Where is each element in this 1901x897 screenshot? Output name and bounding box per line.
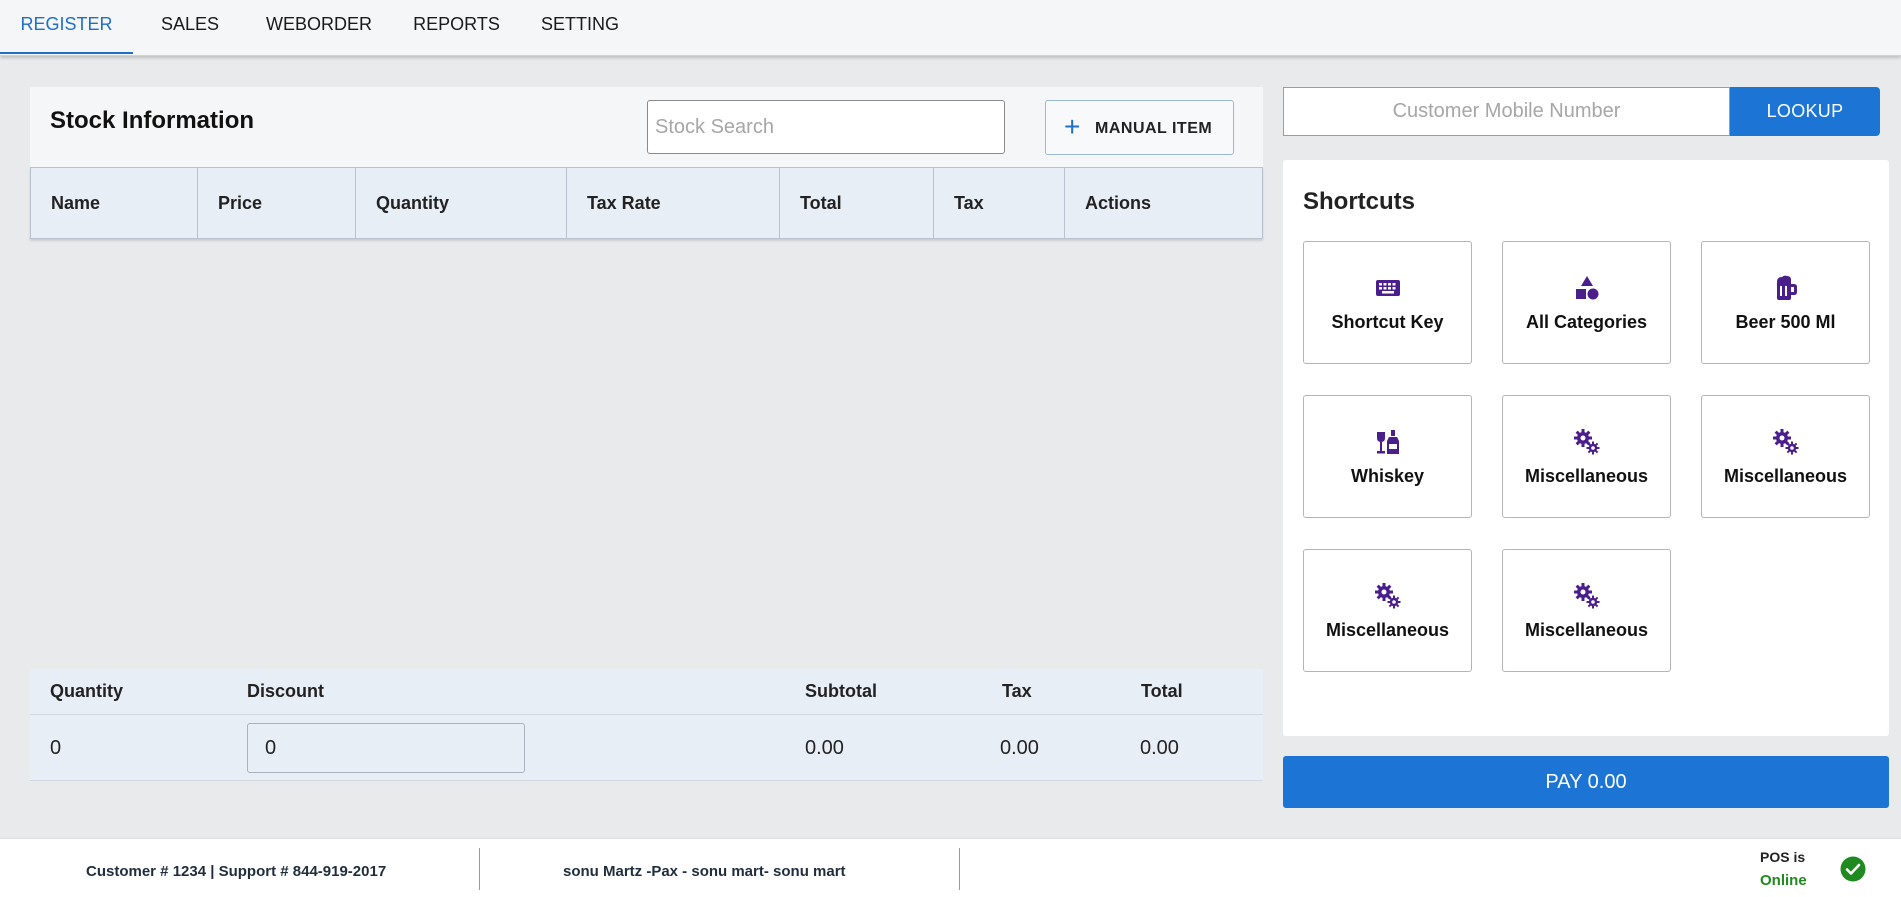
shortcut-label: All Categories [1525,312,1648,332]
shortcut-label: Beer 500 Ml [1735,312,1836,332]
tab-reports[interactable]: REPORTS [404,0,509,54]
shortcut-tile-all-categories[interactable]: All Categories [1502,241,1671,364]
column-header-total[interactable]: Total [780,168,934,238]
shortcut-label: Miscellaneous [1524,466,1649,486]
tab-register[interactable]: REGISTER [0,0,133,54]
summary-divider [30,714,1263,715]
keyboard-icon [1304,274,1471,302]
footer-separator [959,848,960,890]
gears-icon [1503,582,1670,610]
column-header-tax-rate[interactable]: Tax Rate [567,168,780,238]
shortcut-tile-miscellaneous-2[interactable]: Miscellaneous [1701,395,1870,518]
summary-total-value: 0.00 [1140,737,1179,759]
column-header-name[interactable]: Name [31,168,198,238]
discount-input[interactable] [247,723,525,773]
top-nav: REGISTER SALES WEBORDER REPORTS SETTING [0,0,1901,56]
summary-total-header: Total [1141,681,1183,701]
footer-separator [479,848,480,890]
summary-quantity-value: 0 [50,737,62,759]
beer-mug-icon [1702,274,1869,302]
shortcut-label: Miscellaneous [1723,466,1848,486]
summary-quantity-header: Quantity [50,681,124,701]
tab-sales[interactable]: SALES [150,0,230,54]
pay-button[interactable]: PAY 0.00 [1283,756,1889,808]
summary-discount-header: Discount [247,681,325,701]
tab-setting[interactable]: SETTING [532,0,628,54]
shortcut-label: Whiskey [1350,466,1425,486]
wine-bottle-glass-icon [1304,428,1471,456]
shortcuts-title: Shortcuts [1303,188,1416,215]
customer-support-info: Customer # 1234 | Support # 844-919-2017 [86,863,387,880]
summary-subtotal-header: Subtotal [805,681,877,701]
store-info: sonu Martz -Pax - sonu mart- sonu mart [563,863,846,880]
status-footer: Customer # 1234 | Support # 844-919-2017… [0,838,1901,897]
column-header-actions[interactable]: Actions [1065,168,1262,238]
manual-item-label: MANUAL ITEM [1095,120,1213,137]
shortcut-tile-miscellaneous-3[interactable]: Miscellaneous [1303,549,1472,672]
gears-icon [1503,428,1670,456]
stock-search-input[interactable] [647,100,1005,154]
shortcut-label: Miscellaneous [1524,620,1649,640]
summary-subtotal-value: 0.00 [805,737,844,759]
pos-status-label: POS is [1760,849,1806,865]
shortcut-tile-miscellaneous-4[interactable]: Miscellaneous [1502,549,1671,672]
summary-tax-header: Tax [1002,681,1032,701]
order-summary: Quantity Discount Subtotal Tax Total 0 0… [30,669,1263,781]
summary-bottom-divider [30,780,1263,781]
column-header-quantity[interactable]: Quantity [356,168,567,238]
lookup-button[interactable]: LOOKUP [1730,87,1880,136]
stock-title: Stock Information [50,107,255,134]
gears-icon [1702,428,1869,456]
plus-icon: + [1064,111,1081,142]
shortcut-label: Shortcut Key [1331,312,1444,332]
shortcut-tile-whiskey[interactable]: Whiskey [1303,395,1472,518]
summary-tax-value: 0.00 [1000,737,1039,759]
stock-table-header: Name Price Quantity Tax Rate Total Tax A… [30,167,1263,239]
shapes-icon [1503,274,1670,302]
manual-item-button[interactable]: + MANUAL ITEM [1045,100,1234,155]
pos-status-value: Online [1760,872,1807,889]
gears-icon [1304,582,1471,610]
shortcut-tile-miscellaneous-1[interactable]: Miscellaneous [1502,395,1671,518]
tab-weborder[interactable]: WEBORDER [258,0,380,54]
shortcut-tile-shortcut-key[interactable]: Shortcut Key [1303,241,1472,364]
stock-information-header: Stock Information + MANUAL ITEM [30,87,1263,167]
column-header-tax[interactable]: Tax [934,168,1065,238]
shortcut-tile-beer-500-ml[interactable]: Beer 500 Ml [1701,241,1870,364]
check-circle-icon [1840,856,1866,882]
shortcut-label: Miscellaneous [1325,620,1450,640]
shortcuts-panel: Shortcuts Shortcut Key All Categories Be… [1283,160,1889,736]
column-header-price[interactable]: Price [198,168,356,238]
customer-mobile-input[interactable] [1283,87,1730,136]
